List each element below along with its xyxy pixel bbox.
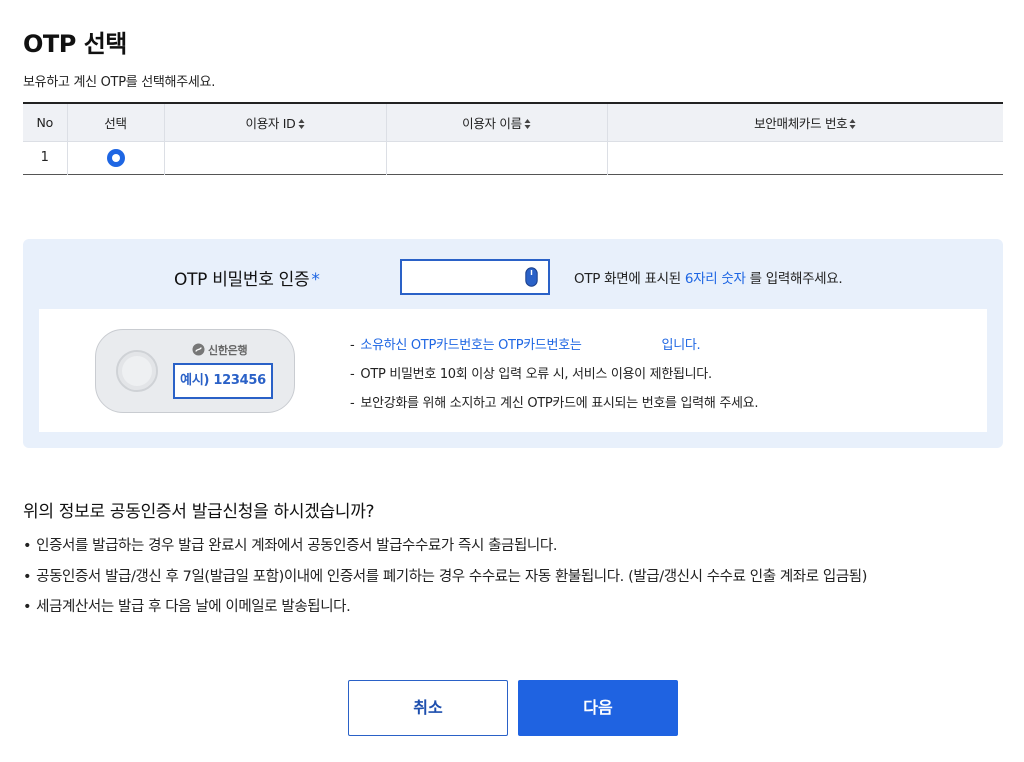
list-item: - 보안강화를 위해 소지하고 계신 OTP카드에 표시되는 번호를 입력해 주세… [350,396,759,411]
required-mark: * [311,270,320,290]
sort-icon[interactable] [524,118,531,130]
card-example-number: 예시) 123456 [173,363,273,399]
otp-auth-hint: OTP 화면에 표시된 6자리 숫자 를 입력해주세요. [574,271,843,287]
table-header-row: No 선택 이용자 ID 이용자 이름 보안매체카드 번호 [23,103,1003,142]
next-button[interactable]: 다음 [518,680,678,736]
cell-select [67,141,165,174]
otp-card-illustration: 신한은행 예시) 123456 [95,329,295,413]
otp-notes-list: - 소유하신 OTP카드번호는 OTP카드번호는 입니다. - OTP 비밀번호 10… [350,334,758,421]
col-header-no: No [23,103,68,142]
list-item: 인증서를 발급하는 경우 발급 완료시 계좌에서 공동인증서 발급수수료가 즉시… [23,534,867,565]
list-item: 세금계산서는 발급 후 다음 날에 이메일로 발송됩니다. [23,595,867,626]
page-title: OTP 선택 [23,30,127,58]
list-item: - OTP 비밀번호 10회 이상 입력 오류 시, 서비스 이용이 제한됩니다. [350,367,712,382]
page-subtitle: 보유하고 계신 OTP를 선택해주세요. [23,75,216,90]
cell-no: 1 [23,141,68,174]
confirm-question: 위의 정보로 공동인증서 발급신청을 하시겠습니까? [23,502,375,522]
cell-user-name [386,141,608,174]
otp-auth-label: OTP 비밀번호 인증 * [174,270,320,290]
col-header-select: 선택 [67,103,165,142]
otp-auth-section: OTP 비밀번호 인증 * OTP 화면에 표시된 6자리 숫자 를 입력해주세요… [23,239,1003,448]
cell-user-id [164,141,387,174]
sort-icon[interactable] [298,118,305,130]
list-item: - 소유하신 OTP카드번호는 OTP카드번호는 입니다. [350,338,701,353]
virtual-keypad-icon[interactable] [525,267,538,287]
bank-logo-icon [192,343,205,356]
otp-radio-selected[interactable] [106,148,125,167]
sort-icon[interactable] [849,118,856,130]
hint-highlight: 6자리 숫자 [684,271,746,287]
cancel-button[interactable]: 취소 [348,680,508,736]
cell-card-no [607,141,1003,174]
card-button-circle [116,350,158,392]
col-header-user-name[interactable]: 이용자 이름 [386,103,608,142]
otp-table: No 선택 이용자 ID 이용자 이름 보안매체카드 번호 1 [23,102,1003,175]
confirm-bullets: 인증서를 발급하는 경우 발급 완료시 계좌에서 공동인증서 발급수수료가 즉시… [23,534,867,626]
col-header-user-id[interactable]: 이용자 ID [164,103,387,142]
otp-info-panel: 신한은행 예시) 123456 - 소유하신 OTP카드번호는 OTP카드번호는 입… [39,309,987,432]
list-item: 공동인증서 발급/갱신 후 7일(발급일 포함)이내에 인증서를 폐기하는 경우… [23,565,867,596]
otp-password-input[interactable] [402,261,520,293]
col-header-card-no[interactable]: 보안매체카드 번호 [607,103,1003,142]
otp-input-wrapper[interactable] [400,259,550,295]
card-brand: 신한은행 [192,342,248,358]
table-row[interactable]: 1 [23,141,1003,174]
